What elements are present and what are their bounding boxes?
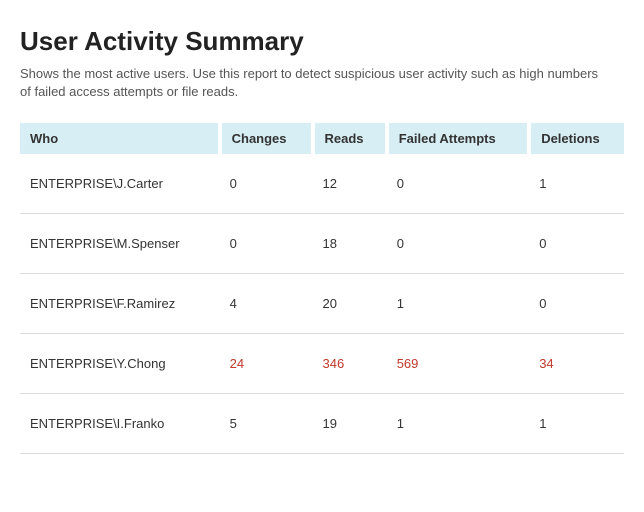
cell-reads: 12 <box>313 154 387 214</box>
cell-who: ENTERPRISE\J.Carter <box>20 154 220 214</box>
col-changes: Changes <box>220 123 313 154</box>
cell-changes: 0 <box>220 154 313 214</box>
cell-changes: 24 <box>220 334 313 394</box>
table-row: ENTERPRISE\J.Carter01201 <box>20 154 624 214</box>
cell-reads: 20 <box>313 274 387 334</box>
col-failed: Failed Attempts <box>387 123 529 154</box>
table-row: ENTERPRISE\F.Ramirez42010 <box>20 274 624 334</box>
cell-who: ENTERPRISE\F.Ramirez <box>20 274 220 334</box>
cell-who: ENTERPRISE\Y.Chong <box>20 334 220 394</box>
cell-who: ENTERPRISE\M.Spenser <box>20 214 220 274</box>
cell-deletions: 34 <box>529 334 624 394</box>
table-row: ENTERPRISE\I.Franko51911 <box>20 394 624 454</box>
table-row: ENTERPRISE\Y.Chong2434656934 <box>20 334 624 394</box>
cell-deletions: 1 <box>529 154 624 214</box>
cell-reads: 346 <box>313 334 387 394</box>
cell-reads: 18 <box>313 214 387 274</box>
cell-failed: 0 <box>387 154 529 214</box>
cell-deletions: 0 <box>529 274 624 334</box>
cell-failed: 0 <box>387 214 529 274</box>
cell-changes: 5 <box>220 394 313 454</box>
cell-deletions: 0 <box>529 214 624 274</box>
cell-deletions: 1 <box>529 394 624 454</box>
cell-reads: 19 <box>313 394 387 454</box>
activity-table: Who Changes Reads Failed Attempts Deleti… <box>20 123 624 454</box>
col-deletions: Deletions <box>529 123 624 154</box>
cell-failed: 1 <box>387 274 529 334</box>
col-reads: Reads <box>313 123 387 154</box>
cell-failed: 569 <box>387 334 529 394</box>
page-title: User Activity Summary <box>20 26 624 57</box>
cell-changes: 0 <box>220 214 313 274</box>
cell-failed: 1 <box>387 394 529 454</box>
table-header-row: Who Changes Reads Failed Attempts Deleti… <box>20 123 624 154</box>
col-who: Who <box>20 123 220 154</box>
page-subtitle: Shows the most active users. Use this re… <box>20 65 600 101</box>
cell-changes: 4 <box>220 274 313 334</box>
table-row: ENTERPRISE\M.Spenser01800 <box>20 214 624 274</box>
cell-who: ENTERPRISE\I.Franko <box>20 394 220 454</box>
